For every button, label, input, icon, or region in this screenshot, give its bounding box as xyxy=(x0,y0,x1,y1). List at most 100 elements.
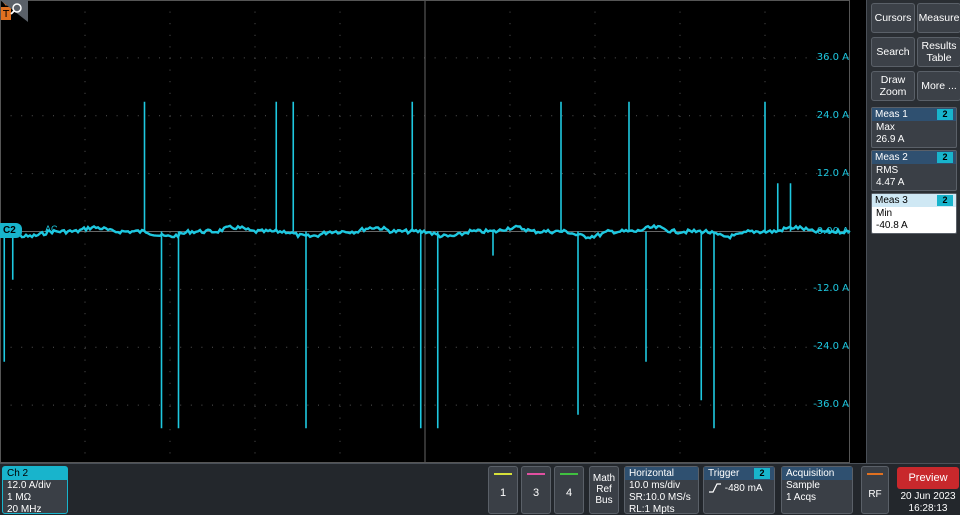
grid-dot xyxy=(84,34,86,36)
grid-dot xyxy=(53,57,54,59)
grid-dot xyxy=(243,115,245,117)
grid-dot xyxy=(498,288,500,290)
grid-dot xyxy=(63,346,65,348)
grid-dot xyxy=(84,232,86,233)
grid-dot xyxy=(84,429,86,431)
grid-dot xyxy=(636,173,637,175)
grid-dot xyxy=(466,288,468,290)
grid-dot xyxy=(594,185,596,187)
grid-dot xyxy=(116,346,118,348)
grid-dot xyxy=(339,150,341,152)
grid-dot xyxy=(413,404,415,406)
y-axis-label: -24.0 A xyxy=(813,341,849,353)
grid-dot xyxy=(679,243,681,245)
grid-dot xyxy=(805,288,807,290)
grid-dot xyxy=(74,346,76,348)
grid-dot xyxy=(477,404,478,406)
grid-dot xyxy=(95,288,97,290)
grid-dot xyxy=(509,382,511,384)
grid-dot xyxy=(190,404,192,406)
meas-type: Max xyxy=(876,122,895,133)
search-button[interactable]: Search xyxy=(871,37,915,67)
acquisition-badge[interactable]: Acquisition Sample 1 Acqs xyxy=(781,466,853,514)
channel-2-badge[interactable]: Ch 2 12.0 A/div 1 MΩ 20 MHz xyxy=(2,466,68,515)
channel-2-offset-badge[interactable]: C2 xyxy=(0,223,22,238)
measurement-badge-3[interactable]: Meas 3 2 Min -40.8 A xyxy=(871,193,957,234)
grid-dot xyxy=(339,348,341,349)
channel-4-button[interactable]: 4 xyxy=(554,466,584,514)
grid-dot xyxy=(679,324,681,326)
grid-dot xyxy=(63,57,65,59)
grid-dot xyxy=(667,173,669,175)
grid-dot xyxy=(764,417,766,419)
measurement-badge-2[interactable]: Meas 2 2 RMS 4.47 A xyxy=(871,150,957,191)
grid-dot xyxy=(752,404,754,406)
grid-dot xyxy=(764,371,766,373)
grid-dot xyxy=(349,404,351,406)
grid-dot xyxy=(381,404,383,406)
grid-dot xyxy=(594,313,596,315)
grid-dot xyxy=(254,57,256,59)
grid-dot xyxy=(614,173,616,175)
grid-dot xyxy=(159,57,160,59)
grid-dot xyxy=(286,115,288,117)
channel-3-button[interactable]: 3 xyxy=(521,466,551,514)
grid-dot xyxy=(339,81,341,83)
grid-dot xyxy=(509,185,511,187)
math-ref-bus-button[interactable]: Math Ref Bus xyxy=(589,466,619,514)
grid-dot xyxy=(233,115,235,117)
grid-dot xyxy=(498,57,500,59)
grid-dot xyxy=(594,11,596,13)
measure-button[interactable]: Measure xyxy=(917,3,960,33)
grid-dot xyxy=(773,115,775,117)
grid-dot xyxy=(657,115,659,117)
grid-dot xyxy=(339,115,341,117)
grid-dot xyxy=(169,255,171,257)
more-button[interactable]: More ... xyxy=(917,71,960,101)
grid-dot xyxy=(731,288,733,290)
horizontal-badge[interactable]: Horizontal 10.0 ms/div SR:10.0 MS/s RL:1… xyxy=(624,466,699,515)
channel-1-button[interactable]: 1 xyxy=(488,466,518,514)
grid-dot xyxy=(307,115,309,117)
zoom-magnifier-icon[interactable] xyxy=(0,0,28,22)
draw-zoom-button[interactable]: Draw Zoom xyxy=(871,71,915,101)
grid-dot xyxy=(233,173,235,175)
trigger-badge[interactable]: Trigger 2 -480 mA xyxy=(703,466,775,514)
measurement-badge-1[interactable]: Meas 1 2 Max 26.9 A xyxy=(871,107,957,148)
grid-dot xyxy=(509,417,511,419)
grid-dot xyxy=(625,57,627,59)
grid-dot xyxy=(572,115,574,117)
grid-dot xyxy=(679,92,681,94)
grid-dot xyxy=(795,173,796,175)
cursors-button[interactable]: Cursors xyxy=(871,3,915,33)
grid-dot xyxy=(254,139,256,141)
grid-dot xyxy=(594,174,596,175)
grid-dot xyxy=(169,406,171,407)
grid-dot xyxy=(572,404,574,406)
grid-dot xyxy=(254,173,256,175)
grid-dot xyxy=(625,288,627,290)
grid-dot xyxy=(594,232,596,233)
grid-dot xyxy=(764,69,766,71)
meas-channel: 2 xyxy=(937,109,953,120)
grid-dot xyxy=(509,104,511,106)
grid-dot xyxy=(84,92,86,94)
results-table-button[interactable]: Results Table xyxy=(917,37,960,67)
grid-dot xyxy=(63,288,65,290)
grid-dot xyxy=(477,115,478,117)
rf-button[interactable]: RF xyxy=(861,466,889,514)
grid-dot xyxy=(477,288,478,290)
grid-dot xyxy=(63,115,65,117)
grid-dot xyxy=(148,404,150,406)
grid-dot xyxy=(731,115,733,117)
grid-dot xyxy=(371,57,372,59)
grid-dot xyxy=(254,288,256,290)
waveform-display[interactable]: 36.0 A 24.0 A 12.0 A 0.00 A -12.0 A -24.0 A -3… xyxy=(0,0,866,463)
grid-dot xyxy=(254,255,256,257)
grid-dot xyxy=(402,115,404,117)
grid-dot xyxy=(551,404,553,406)
preview-button[interactable]: Preview xyxy=(897,467,959,489)
grid-dot xyxy=(328,173,330,175)
grid-dot xyxy=(371,173,372,175)
record-length: RL:1 Mpts xyxy=(629,504,675,515)
